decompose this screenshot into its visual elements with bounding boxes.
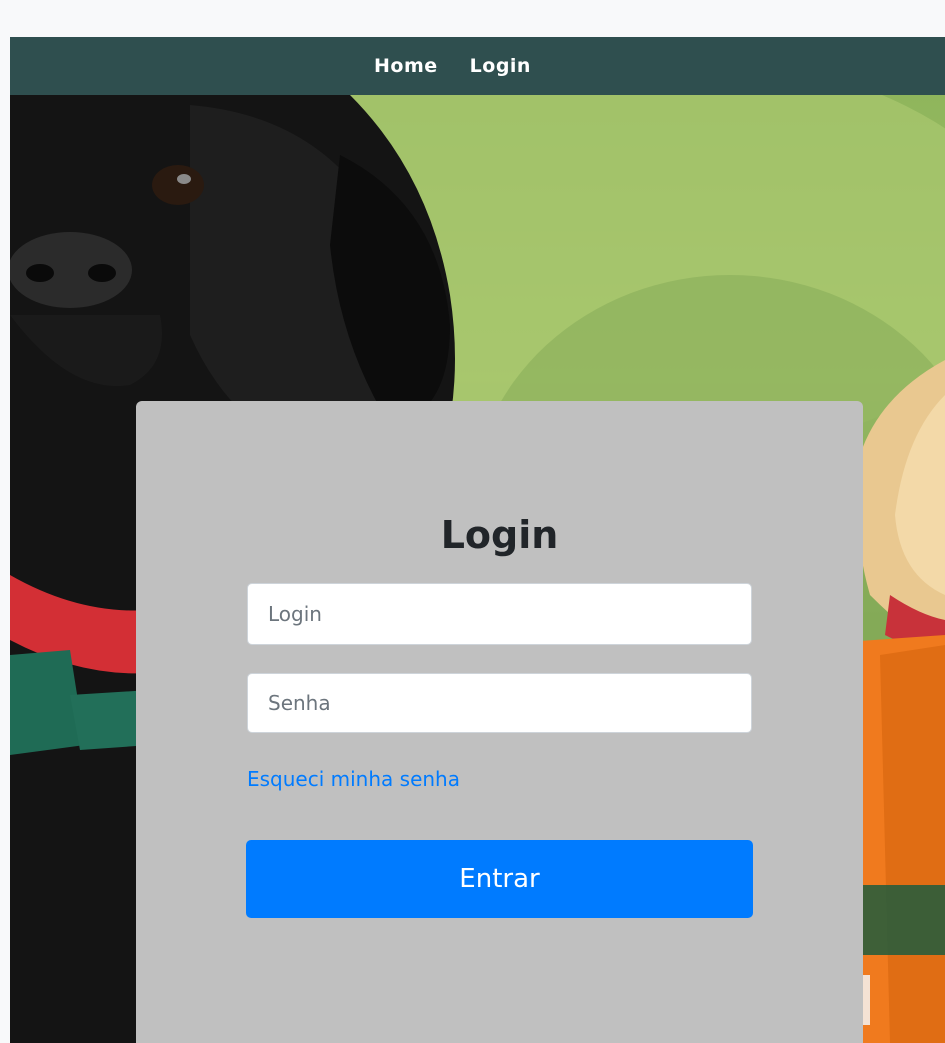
login-title: Login: [440, 513, 559, 557]
nav-link-login[interactable]: Login: [470, 55, 531, 77]
top-navbar: Home Login: [10, 37, 945, 95]
nav-link-home[interactable]: Home: [374, 55, 438, 77]
submit-button[interactable]: Entrar: [246, 840, 753, 918]
hero-background-photo: Login Esqueci minha senha Entrar: [10, 95, 945, 1043]
login-input[interactable]: [247, 583, 752, 645]
login-card: Login Esqueci minha senha Entrar: [136, 401, 863, 1043]
page: Home Login Login Login Esqueci minha sen…: [10, 37, 945, 1043]
forgot-password-link[interactable]: Esqueci minha senha: [247, 767, 460, 791]
password-input[interactable]: [247, 673, 752, 733]
